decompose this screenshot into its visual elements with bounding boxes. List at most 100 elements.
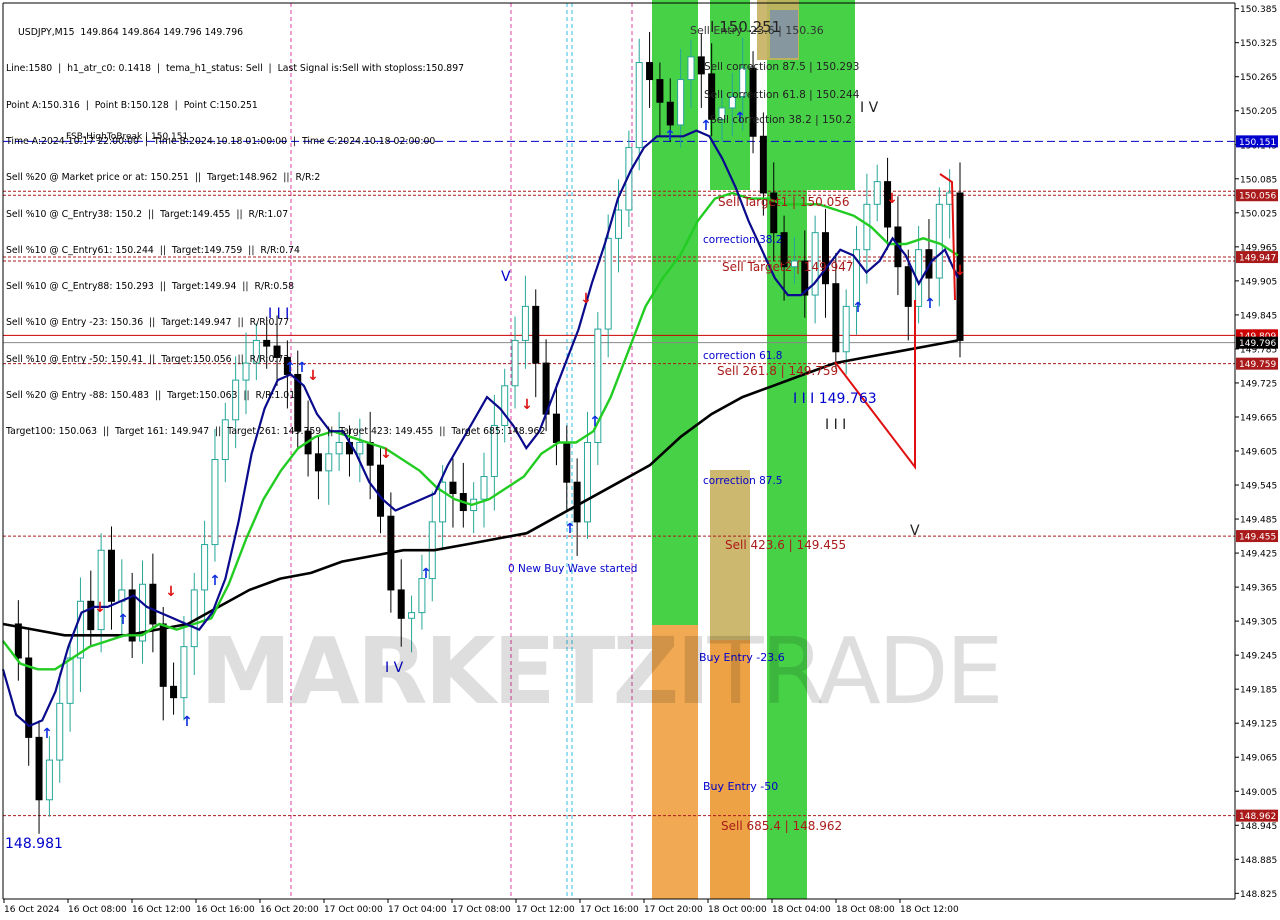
sell-arrow-icon: ↓ (580, 291, 592, 307)
candle (14, 623, 22, 659)
price-tick-label: 149.725 (1240, 379, 1277, 389)
candle (107, 549, 115, 602)
candle (66, 657, 74, 704)
candle (552, 413, 560, 443)
candle (97, 549, 105, 631)
annotation-sell2618: Sell 261.8 | 149.759 (717, 364, 838, 378)
symbol-line: USDJPY,M15 149.864 149.864 149.796 149.7… (18, 27, 244, 39)
time-line: Time A:2024.10.17 22:00:00 | Time B:2024… (6, 136, 436, 148)
price-tick-label: 150.085 (1240, 175, 1277, 185)
annotation-corr618: Sell correction 61.8 | 150.244 (704, 89, 860, 101)
candle (449, 481, 457, 495)
buy-arrow-icon: ↑ (924, 296, 936, 312)
candle (863, 203, 871, 251)
candle (439, 481, 447, 523)
price-tick-label: 149.125 (1240, 720, 1277, 730)
candle (397, 589, 405, 619)
time-tick-label: 16 Oct 16:00 (196, 905, 255, 915)
candle (573, 481, 581, 523)
price-axis: 150.385150.325150.265150.205150.145150.0… (1234, 0, 1280, 920)
time-axis-bg (0, 899, 1280, 920)
price-tick-label: 149.425 (1240, 550, 1277, 560)
time-tick-label: 17 Oct 12:00 (516, 905, 575, 915)
time-tick-label: 16 Oct 08:00 (68, 905, 127, 915)
signal-zone (767, 0, 807, 899)
annotation-corr875: Sell correction 87.5 | 150.293 (704, 61, 859, 73)
price-tick-label: 149.245 (1240, 652, 1277, 662)
price-tag-label: 149.759 (1239, 360, 1276, 370)
price-tick-label: 148.825 (1240, 890, 1277, 900)
price-tick-label: 149.665 (1240, 413, 1277, 423)
sell-arrow-icon: ↓ (94, 600, 106, 616)
price-tick-label: 149.065 (1240, 754, 1277, 764)
info-line: Sell %20 @ Market price or at: 150.251 |… (6, 172, 321, 184)
annotation-correction382: correction 38.2 (703, 234, 782, 246)
price-tag-label: 150.056 (1239, 192, 1276, 202)
time-tick-label: 18 Oct 00:00 (708, 905, 767, 915)
time-tick-label: 18 Oct 12:00 (900, 905, 959, 915)
candle (45, 759, 53, 801)
price-tick-label: 150.325 (1240, 39, 1277, 49)
candle (687, 56, 695, 81)
candle (842, 305, 850, 353)
candle (749, 67, 757, 137)
time-tick-label: 17 Oct 20:00 (644, 905, 703, 915)
price-tick-label: 149.365 (1240, 584, 1277, 594)
time-tick-label: 18 Oct 08:00 (836, 905, 895, 915)
annotation-correction875: correction 87.5 (703, 475, 782, 487)
candle (201, 544, 209, 591)
candle (904, 266, 912, 307)
annotation-sell_entry: Sell Entry -23.6 | 150.36 (690, 24, 824, 37)
candle (211, 459, 219, 546)
indicator-info-panel: USDJPY,M15 149.864 149.864 149.796 149.7… (6, 3, 545, 463)
candle (87, 600, 95, 631)
buy-arrow-icon: ↑ (564, 521, 576, 537)
price-tick-label: 150.265 (1240, 73, 1277, 83)
candle (170, 685, 178, 699)
annotation-sell_target1: Sell Target1 | 150.056 (718, 195, 850, 209)
buy-arrow-icon: ↑ (664, 128, 676, 144)
time-tick-label: 17 Oct 00:00 (324, 905, 383, 915)
annotation-wave_V_2: V (910, 523, 920, 539)
candle (76, 600, 84, 659)
candle (563, 441, 571, 483)
price-tag-label: 148.962 (1239, 812, 1276, 822)
info-line: Target100: 150.063 || Target 161: 149.94… (6, 426, 546, 438)
annotation-wave_IV_2: I V (860, 100, 879, 116)
info-line: Line:1580 | h1_atr_c0: 0.1418 | tema_h1_… (6, 63, 465, 75)
candle (159, 623, 167, 687)
price-tick-label: 148.945 (1240, 822, 1277, 832)
sell-arrow-icon: ↓ (954, 263, 966, 279)
annotation-wave_III_2: I I I (825, 417, 846, 433)
price-tick-label: 149.605 (1240, 448, 1277, 458)
annotation-corr382: Sell correction 38.2 | 150.2 (710, 114, 852, 126)
time-tick-label: 16 Oct 20:00 (260, 905, 319, 915)
candle (35, 736, 43, 801)
buy-arrow-icon: ↑ (589, 414, 601, 430)
info-line: Sell %10 @ C_Entry88: 150.293 || Target:… (6, 281, 295, 293)
candle (677, 79, 685, 126)
candle (646, 62, 654, 81)
price-tick-label: 149.905 (1240, 277, 1277, 287)
candle (615, 209, 623, 239)
info-line: Sell %20 @ Entry -88: 150.483 || Target:… (6, 390, 296, 401)
annotation-sell6854: Sell 685.4 | 148.962 (721, 819, 842, 833)
annotation-low_label: 148.981 (5, 836, 63, 852)
price-tag-label: 149.947 (1239, 254, 1276, 264)
price-tick-label: 150.205 (1240, 107, 1277, 117)
candle (180, 646, 188, 699)
candle (377, 464, 385, 517)
buy-arrow-icon: ↑ (420, 566, 432, 582)
candle (418, 578, 426, 614)
sell-arrow-icon: ↓ (165, 584, 177, 600)
time-tick-label: 17 Oct 16:00 (580, 905, 639, 915)
candle (759, 135, 767, 194)
candle (604, 237, 612, 330)
buy-arrow-icon: ↑ (181, 714, 193, 730)
candle (56, 702, 64, 761)
buy-arrow-icon: ↑ (41, 726, 53, 742)
price-tick-label: 150.025 (1240, 209, 1277, 219)
watermark: MARKETZITRADE (200, 618, 1004, 725)
watermark-part1: MARKETZI (200, 618, 710, 725)
buy-arrow-icon: ↑ (117, 612, 129, 628)
